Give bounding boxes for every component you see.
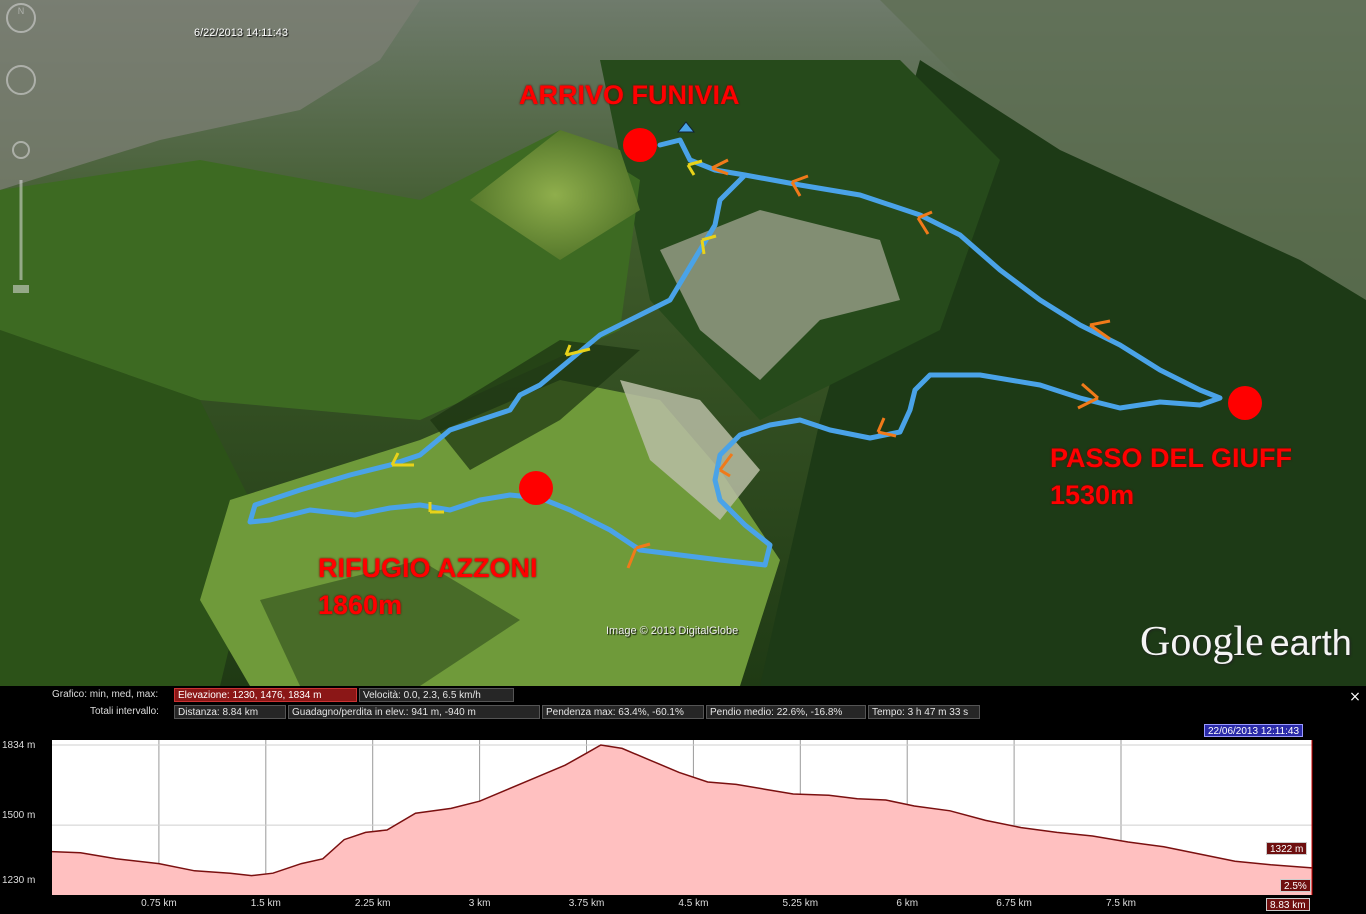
label-rifugio-elevation: 1860m [318, 590, 403, 620]
cursor-distance-tag: 8.83 km [1266, 898, 1310, 911]
pendenza-stat[interactable]: Pendenza max: 63.4%, -60.1% [542, 705, 704, 719]
google-earth-logo: Google earth [1140, 619, 1352, 665]
svg-text:N: N [18, 6, 25, 16]
velocita-stat[interactable]: Velocità: 0.0, 2.3, 6.5 km/h [359, 688, 514, 702]
cursor-slope-tag: 2.5% [1280, 879, 1311, 892]
y-tick-label: 1834 m [2, 740, 36, 751]
pan-control-icon [6, 65, 36, 95]
zoom-thumb [13, 285, 29, 293]
y-tick-label: 1230 m [2, 875, 36, 886]
distanza-stat: Distanza: 8.84 km [174, 705, 286, 719]
totali-label: Totali intervallo: [90, 706, 159, 717]
passo-del-giuff-marker [1228, 386, 1262, 420]
guadagno-stat: Guadagno/perdita in elev.: 941 m, -940 m [288, 705, 540, 719]
x-tick-label: 5.25 km [782, 898, 819, 909]
arrivo-funivia-marker [623, 128, 657, 162]
elevation-profile-panel: × Grafico: min, med, max: Elevazione: 12… [0, 686, 1366, 914]
cursor-date-tag: 22/06/2013 12:11:43 [1204, 724, 1304, 737]
close-profile-button[interactable]: × [1348, 690, 1362, 704]
x-tick-label: 1.5 km [250, 898, 281, 909]
x-tick-label: 4.5 km [678, 898, 709, 909]
imagery-timestamp: 6/22/2013 14:11:43 [194, 27, 288, 39]
x-tick-label: 2.25 km [354, 898, 391, 909]
label-rifugio-azzoni: RIFUGIO AZZONI [318, 553, 538, 583]
label-arrivo-funivia: ARRIVO FUNIVIA [519, 80, 740, 110]
x-tick-label: 3 km [468, 898, 491, 909]
direction-arrows-yellow [390, 159, 717, 514]
street-view-icon [12, 141, 30, 159]
direction-arrows-orange [626, 158, 1111, 569]
x-tick-label: 3.75 km [568, 898, 605, 909]
elevazione-stat[interactable]: Elevazione: 1230, 1476, 1834 m [174, 688, 357, 702]
x-tick-label: 7.5 km [1105, 898, 1137, 909]
start-marker-icon [676, 121, 696, 133]
grafico-label: Grafico: min, med, max: [52, 689, 159, 700]
y-tick-label: 1500 m [2, 810, 36, 821]
satellite-map-view[interactable]: 6/22/2013 14:11:43 ARRIVO FUNIVIA PASSO … [0, 0, 1366, 686]
rifugio-azzoni-marker [519, 471, 553, 505]
pendio-stat: Pendio medio: 22.6%, -16.8% [706, 705, 866, 719]
cursor-elevation-tag: 1322 m [1266, 842, 1308, 855]
label-passo-del-giuff: PASSO DEL GIUFF [1050, 443, 1293, 473]
x-tick-label: 6 km [896, 898, 919, 909]
tempo-stat: Tempo: 3 h 47 m 33 s [868, 705, 980, 719]
x-tick-label: 0.75 km [141, 898, 177, 909]
x-tick-label: 6.75 km [996, 898, 1032, 909]
navigation-controls[interactable]: N [0, 0, 42, 300]
imagery-credit: Image © 2013 DigitalGlobe [606, 625, 739, 637]
label-passo-elevation: 1530m [1050, 480, 1135, 510]
